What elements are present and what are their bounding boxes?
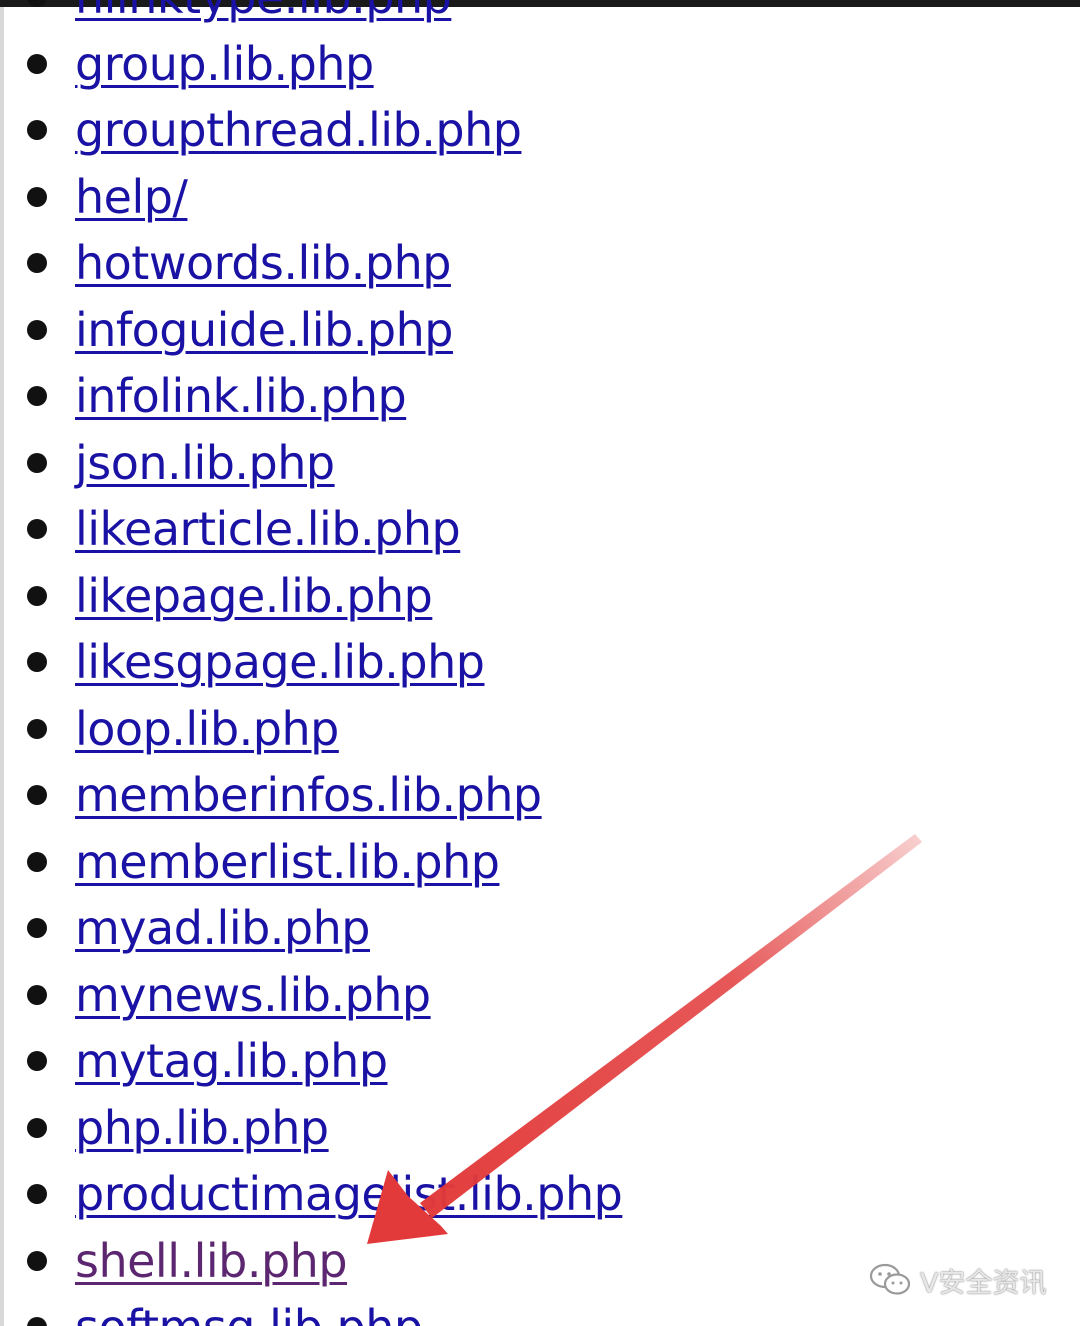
bullet-icon xyxy=(27,1051,47,1071)
file-link[interactable]: memberlist.lib.php xyxy=(75,835,500,889)
file-link[interactable]: productimagelist.lib.php xyxy=(75,1167,623,1221)
bullet-icon xyxy=(27,1184,47,1204)
file-link[interactable]: memberinfos.lib.php xyxy=(75,768,542,822)
watermark-text: V安全资讯 xyxy=(920,1267,1047,1299)
file-link[interactable]: softmsg.lib.php xyxy=(75,1300,423,1326)
list-item: mynews.lib.php xyxy=(0,962,1080,1029)
file-link[interactable]: group.lib.php xyxy=(75,37,374,91)
list-item: myad.lib.php xyxy=(0,895,1080,962)
bullet-icon xyxy=(27,1117,47,1138)
list-item: likepage.lib.php xyxy=(0,563,1080,630)
folder-link[interactable]: help/ xyxy=(75,170,188,224)
file-link[interactable]: json.lib.php xyxy=(75,436,335,490)
file-link[interactable]: hlinktype.lib.php xyxy=(75,0,452,24)
file-link[interactable]: hotwords.lib.php xyxy=(75,236,451,290)
file-link[interactable]: myad.lib.php xyxy=(75,901,370,955)
bullet-icon xyxy=(27,718,47,739)
list-item: memberinfos.lib.php xyxy=(0,762,1080,829)
file-link-shell-visited[interactable]: shell.lib.php xyxy=(75,1234,348,1288)
list-item: infolink.lib.php xyxy=(0,363,1080,430)
directory-listing: hlinktype.lib.php group.lib.php groupthr… xyxy=(0,0,1080,1326)
bullet-icon xyxy=(27,585,47,606)
bullet-icon xyxy=(27,319,47,340)
bullet-icon xyxy=(27,1317,47,1326)
bullet-icon xyxy=(27,0,47,7)
bullet-icon xyxy=(27,53,47,74)
file-link[interactable]: loop.lib.php xyxy=(75,702,339,756)
list-item: loop.lib.php xyxy=(0,696,1080,763)
file-link[interactable]: groupthread.lib.php xyxy=(75,103,522,157)
bullet-icon xyxy=(27,918,47,938)
bullet-icon xyxy=(27,186,47,207)
file-link[interactable]: likearticle.lib.php xyxy=(75,502,461,556)
list-item: memberlist.lib.php xyxy=(0,829,1080,896)
file-link[interactable]: php.lib.php xyxy=(75,1101,329,1155)
list-item: infoguide.lib.php xyxy=(0,297,1080,364)
list-item: productimagelist.lib.php xyxy=(0,1161,1080,1228)
list-item: mytag.lib.php xyxy=(0,1028,1080,1095)
bullet-icon xyxy=(27,253,47,273)
file-link[interactable]: infolink.lib.php xyxy=(75,369,407,423)
list-item: help/ xyxy=(0,164,1080,231)
bullet-icon xyxy=(27,984,47,1005)
watermark: V安全资讯 xyxy=(868,1258,1046,1302)
wechat-icon xyxy=(869,1263,911,1295)
file-link[interactable]: likepage.lib.php xyxy=(75,569,433,623)
list-item: hlinktype.lib.php xyxy=(0,0,1080,31)
bullet-icon xyxy=(27,851,47,872)
list-item: json.lib.php xyxy=(0,430,1080,497)
bullet-icon xyxy=(27,652,47,672)
list-item: groupthread.lib.php xyxy=(0,97,1080,164)
file-link[interactable]: likesgpage.lib.php xyxy=(75,635,485,689)
list-item: php.lib.php xyxy=(0,1095,1080,1162)
file-link[interactable]: mytag.lib.php xyxy=(75,1034,388,1088)
list-item: hotwords.lib.php xyxy=(0,230,1080,297)
list-item: likesgpage.lib.php xyxy=(0,629,1080,696)
list-item: group.lib.php xyxy=(0,31,1080,98)
bullet-icon xyxy=(27,120,47,140)
bullet-icon xyxy=(27,785,47,805)
list-item: likearticle.lib.php xyxy=(0,496,1080,563)
bullet-icon xyxy=(27,386,47,406)
file-link[interactable]: infoguide.lib.php xyxy=(75,303,453,357)
bullet-icon xyxy=(27,1250,47,1271)
bullet-icon xyxy=(27,452,47,473)
file-link[interactable]: mynews.lib.php xyxy=(75,968,431,1022)
bullet-icon xyxy=(27,519,47,539)
